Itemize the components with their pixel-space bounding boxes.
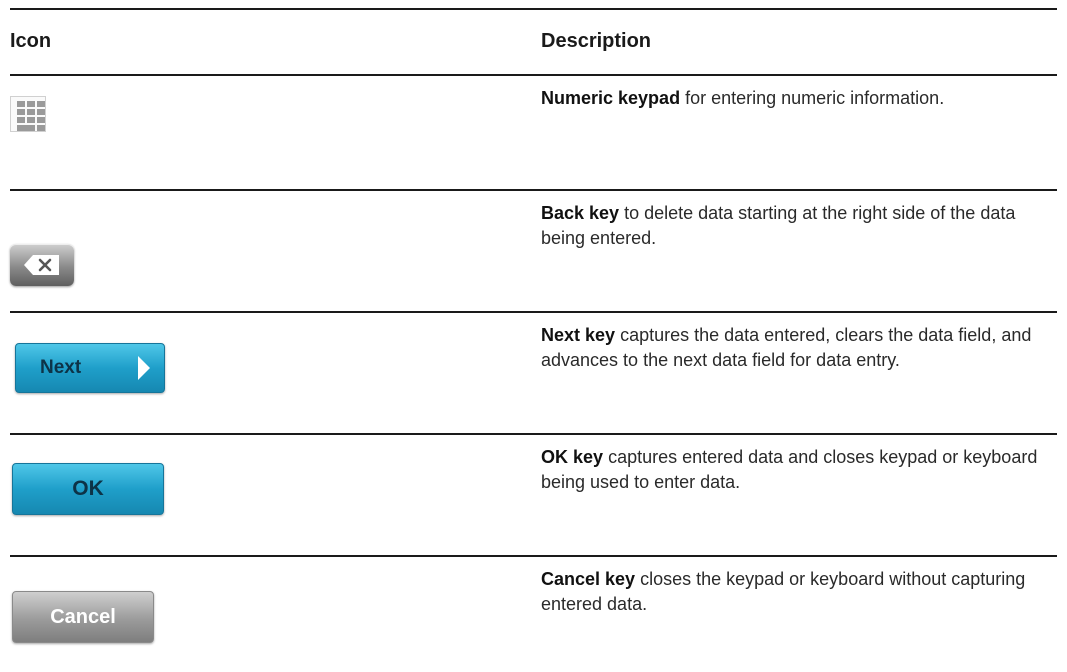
ok-button-label: OK	[72, 477, 104, 500]
column-header-description: Description	[541, 29, 652, 52]
description-cell: Back key to delete data starting at the …	[541, 201, 1041, 251]
column-header-icon: Icon	[10, 29, 52, 52]
term: Numeric keypad	[541, 88, 681, 108]
next-button: Next	[15, 343, 165, 393]
description-cell: Cancel key closes the keypad or keyboard…	[541, 567, 1041, 617]
description-text: for entering numeric information.	[685, 88, 945, 108]
cancel-button: Cancel	[12, 591, 154, 643]
term: Back key	[541, 203, 620, 223]
description-cell: OK key captures entered data and closes …	[541, 445, 1041, 495]
icon-cell: OK	[12, 463, 164, 515]
description-text: captures entered data and closes keypad …	[541, 447, 1038, 492]
icon-cell	[10, 244, 74, 286]
chevron-right-icon	[138, 356, 150, 380]
table-row: Cancel Cancel key closes the keypad or k…	[10, 555, 1057, 672]
icon-cell	[10, 96, 46, 132]
description-cell: Next key captures the data entered, clea…	[541, 323, 1041, 373]
ok-button: OK	[12, 463, 164, 515]
table-row: Numeric keypad for entering numeric info…	[10, 74, 1057, 189]
next-button-label: Next	[40, 357, 82, 378]
term: OK key	[541, 447, 604, 467]
table-row: OK OK key captures entered data and clos…	[10, 433, 1057, 555]
icon-cell: Next	[15, 343, 165, 393]
row-rule	[10, 311, 1057, 313]
table-row: Next Next key captures the data entered,…	[10, 311, 1057, 433]
cancel-button-label: Cancel	[50, 605, 116, 628]
table-row: Back key to delete data starting at the …	[10, 189, 1057, 311]
term: Cancel key	[541, 569, 636, 589]
row-rule	[10, 555, 1057, 557]
row-rule	[10, 74, 1057, 76]
table-top-rule	[10, 8, 1057, 10]
icon-cell: Cancel	[12, 591, 154, 643]
numeric-keypad-icon	[10, 96, 46, 132]
row-rule	[10, 433, 1057, 435]
backspace-icon	[10, 244, 74, 286]
description-cell: Numeric keypad for entering numeric info…	[541, 86, 1041, 111]
row-rule	[10, 189, 1057, 191]
description-text: captures the data entered, clears the da…	[541, 325, 1032, 370]
term: Next key	[541, 325, 616, 345]
